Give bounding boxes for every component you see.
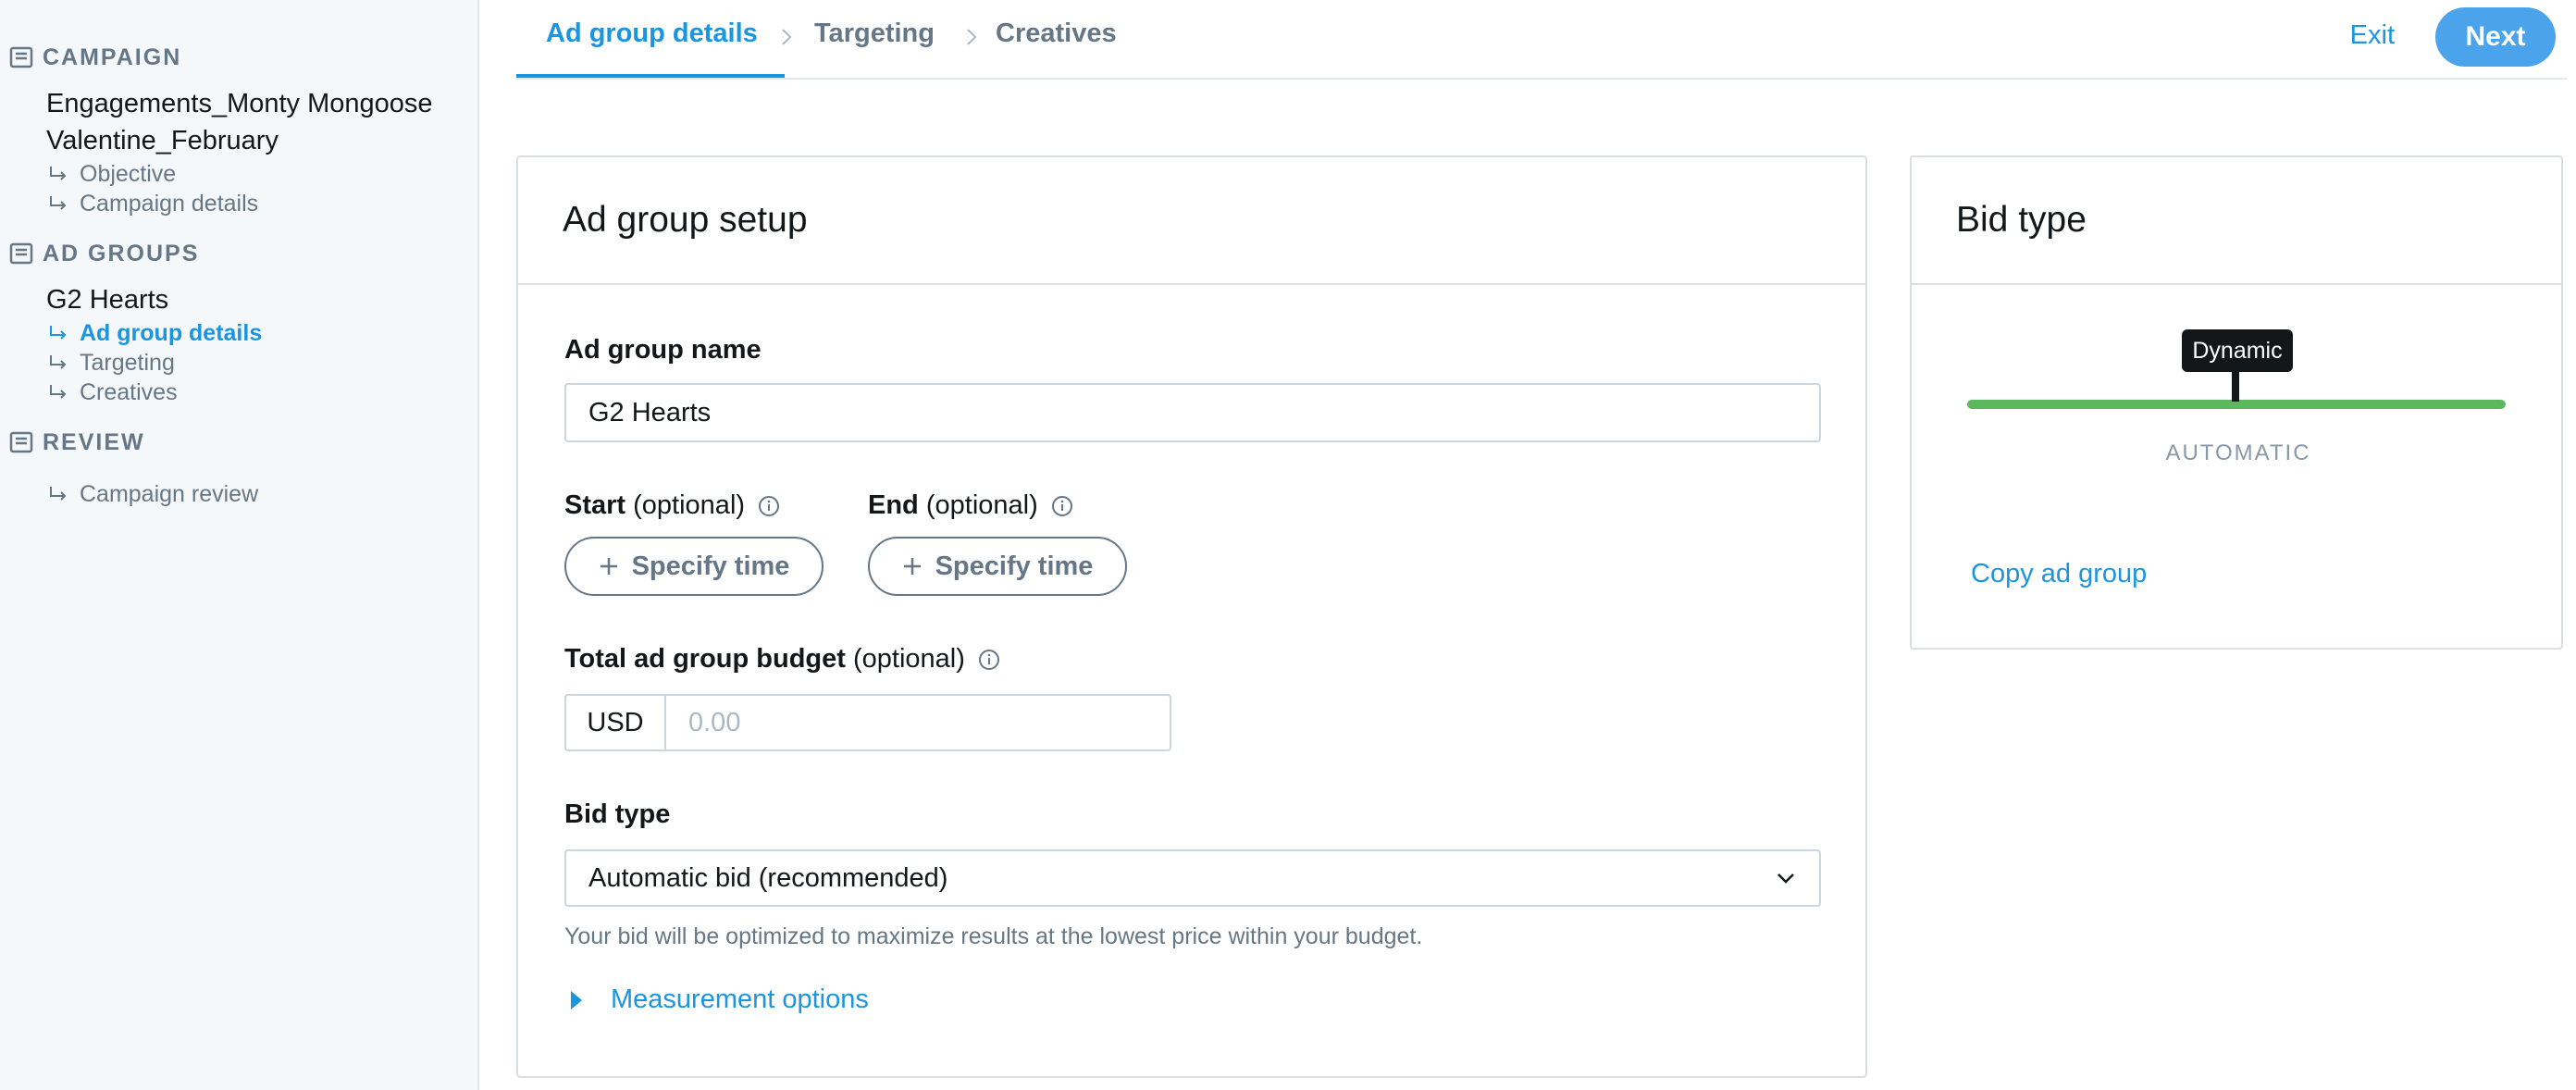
button-label: Specify time xyxy=(631,551,790,581)
sidebar: CAMPAIGN Engagements_Monty Mongoose Vale… xyxy=(0,0,479,1090)
bid-type-select[interactable]: Automatic bid (recommended) xyxy=(564,849,1821,907)
campaign-section-heading: CAMPAIGN xyxy=(0,39,477,76)
return-arrow-icon xyxy=(50,326,67,340)
bid-type-panel: Bid type Dynamic AUTOMATIC Copy ad group xyxy=(1910,155,2563,650)
sidebar-item-label: Ad group details xyxy=(80,319,263,346)
sidebar-item-label: Targeting xyxy=(80,349,175,376)
plus-icon xyxy=(903,558,921,575)
sidebar-item-label: Creatives xyxy=(80,378,178,405)
step-navigation: Ad group details Targeting Creatives Exi… xyxy=(516,0,2567,80)
ad-group-name-label: Ad group name xyxy=(564,335,762,365)
start-specify-time-button[interactable]: Specify time xyxy=(564,537,824,596)
ad-group-setup-panel: Ad group setup Ad group name G2 Hearts S… xyxy=(516,155,1867,1078)
return-arrow-icon xyxy=(50,167,67,180)
budget-input[interactable]: 0.00 xyxy=(664,694,1171,751)
return-arrow-icon xyxy=(50,196,67,210)
sidebar-item-creatives[interactable]: Creatives xyxy=(0,378,477,407)
chevron-right-icon xyxy=(782,29,792,45)
info-icon[interactable] xyxy=(758,495,780,517)
bid-type-label: Bid type xyxy=(564,799,671,829)
caret-right-icon xyxy=(571,990,582,1009)
return-arrow-icon xyxy=(50,487,67,501)
return-arrow-icon xyxy=(50,385,67,399)
panel-title: Ad group setup xyxy=(518,157,1865,285)
return-arrow-icon xyxy=(50,355,67,369)
end-specify-time-button[interactable]: Specify time xyxy=(868,537,1127,596)
review-heading-text: REVIEW xyxy=(43,428,145,455)
review-section-heading: REVIEW xyxy=(0,424,477,461)
tab-targeting[interactable]: Targeting xyxy=(814,19,935,49)
copy-ad-group-link[interactable]: Copy ad group xyxy=(1971,559,2147,589)
currency-label: USD xyxy=(564,694,666,751)
info-icon[interactable] xyxy=(978,649,1000,671)
info-icon[interactable] xyxy=(1051,495,1073,517)
button-label: Specify time xyxy=(935,551,1094,581)
ad-group-name[interactable]: G2 Hearts xyxy=(0,281,477,318)
sidebar-item-campaign-details[interactable]: Campaign details xyxy=(0,189,477,218)
campaign-heading-text: CAMPAIGN xyxy=(43,43,182,70)
bid-type-selected-value: Automatic bid (recommended) xyxy=(588,862,948,893)
chevron-right-icon xyxy=(967,29,977,45)
end-label: End (optional) xyxy=(868,490,1073,521)
chevron-down-icon xyxy=(1777,873,1794,884)
measurement-options-toggle[interactable]: Measurement options xyxy=(570,985,869,1015)
sidebar-item-ad-group-details[interactable]: Ad group details xyxy=(0,318,477,348)
budget-label: Total ad group budget (optional) xyxy=(564,644,1000,675)
panel-title: Bid type xyxy=(1912,157,2561,285)
bid-scale-label: AUTOMATIC xyxy=(2165,440,2311,465)
measurement-options-label: Measurement options xyxy=(611,985,869,1014)
bid-tooltip: Dynamic xyxy=(2182,329,2293,372)
document-icon xyxy=(9,46,33,68)
start-label: Start (optional) xyxy=(564,490,780,521)
active-step-underline xyxy=(516,74,785,78)
sidebar-item-targeting[interactable]: Targeting xyxy=(0,348,477,378)
bid-type-hint: Your bid will be optimized to maximize r… xyxy=(564,923,1423,949)
next-button[interactable]: Next xyxy=(2435,7,2556,67)
document-icon xyxy=(9,431,33,453)
plus-icon xyxy=(600,558,617,575)
sidebar-item-label: Objective xyxy=(80,160,177,187)
exit-link[interactable]: Exit xyxy=(2350,20,2395,51)
ad-groups-heading-text: AD GROUPS xyxy=(43,240,200,266)
ad-groups-section-heading: AD GROUPS xyxy=(0,235,477,272)
bid-slider-marker xyxy=(2232,368,2239,402)
sidebar-item-campaign-review[interactable]: Campaign review xyxy=(0,479,477,509)
tab-creatives[interactable]: Creatives xyxy=(996,19,1117,49)
sidebar-item-label: Campaign details xyxy=(80,190,259,217)
ad-group-name-input[interactable]: G2 Hearts xyxy=(564,383,1821,442)
tab-ad-group-details[interactable]: Ad group details xyxy=(546,19,758,49)
sidebar-item-label: Campaign review xyxy=(80,480,259,507)
document-icon xyxy=(9,242,33,265)
campaign-name-line1: Engagements_Monty Mongoose xyxy=(46,89,433,118)
campaign-name[interactable]: Engagements_Monty Mongoose Valentine_Feb… xyxy=(0,85,477,159)
sidebar-item-objective[interactable]: Objective xyxy=(0,159,477,189)
campaign-name-line2: Valentine_February xyxy=(46,126,279,155)
